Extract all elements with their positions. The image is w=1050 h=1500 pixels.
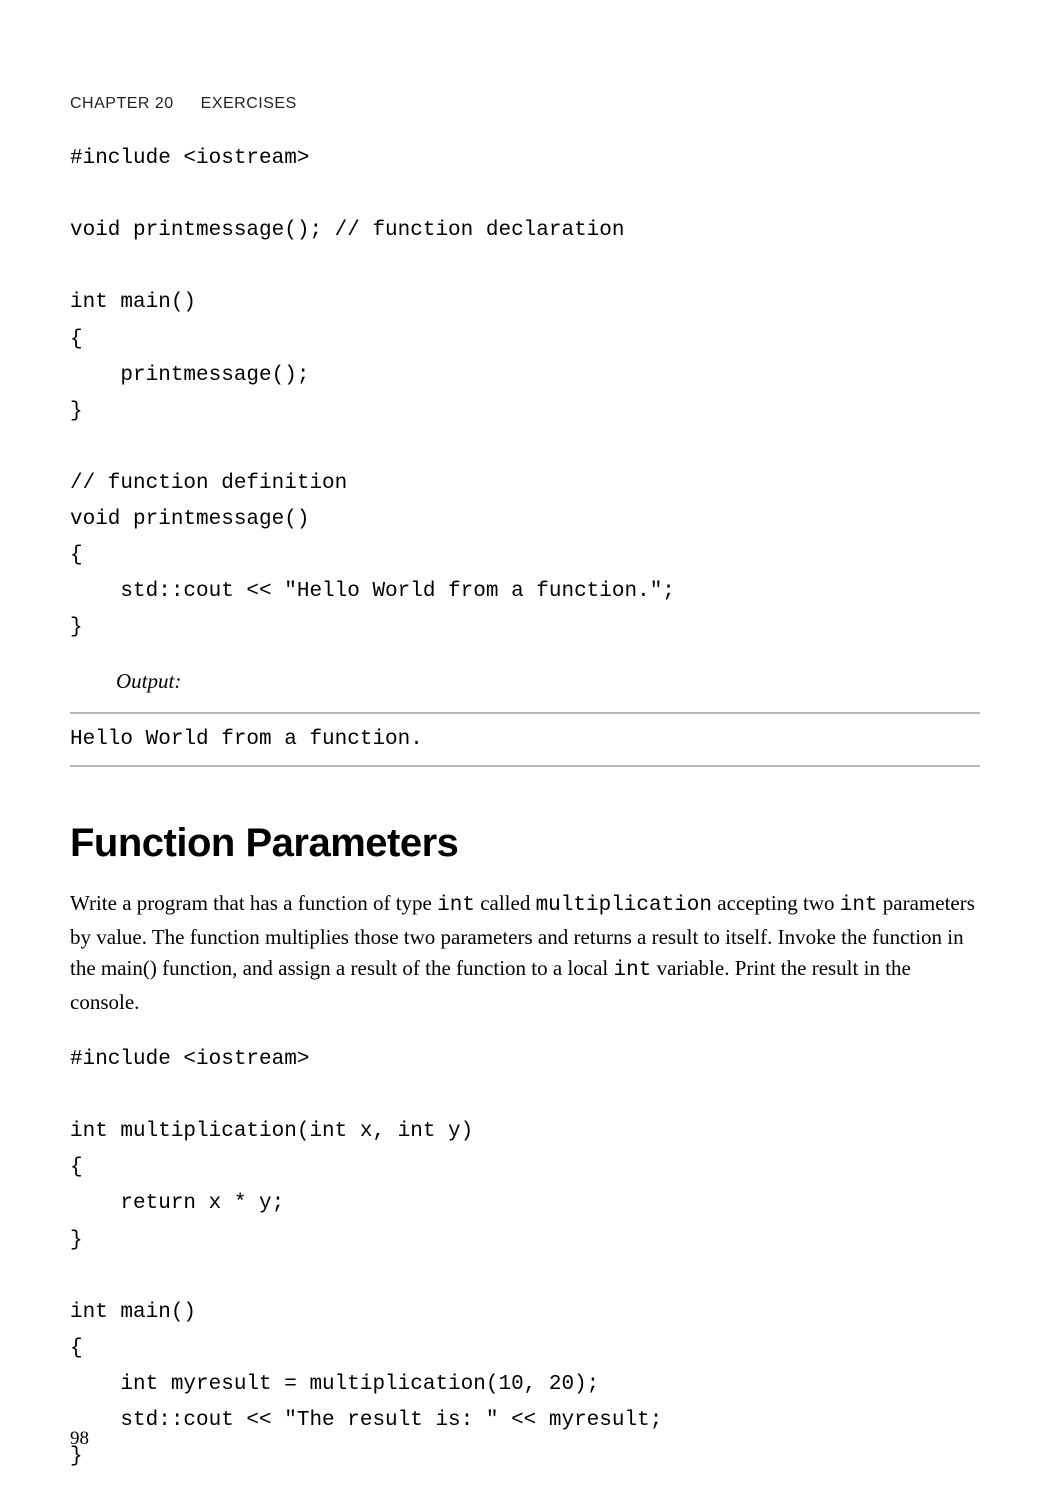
inline-code-int: int [437, 894, 475, 917]
section-paragraph: Write a program that has a function of t… [70, 888, 980, 1018]
chapter-title: EXERCISES [201, 95, 297, 112]
page-number: 98 [70, 1428, 89, 1450]
para-text: accepting two [712, 891, 840, 915]
inline-code-multiplication: multiplication [536, 894, 712, 917]
code-block-printmessage: #include <iostream> void printmessage();… [70, 141, 980, 647]
para-text: called [475, 891, 536, 915]
inline-code-int: int [614, 959, 652, 982]
para-text: Write a program that has a function of t… [70, 891, 437, 915]
code-block-multiplication: #include <iostream> int multiplication(i… [70, 1042, 980, 1475]
page: CHAPTER 20 EXERCISES #include <iostream>… [0, 0, 1050, 1500]
output-text: Hello World from a function. [70, 724, 980, 756]
output-label: Output: [116, 669, 980, 694]
chapter-header: CHAPTER 20 EXERCISES [70, 95, 980, 113]
section-title: Function Parameters [70, 821, 980, 866]
inline-code-int: int [840, 894, 878, 917]
output-block: Hello World from a function. [70, 712, 980, 768]
chapter-number: CHAPTER 20 [70, 95, 174, 112]
